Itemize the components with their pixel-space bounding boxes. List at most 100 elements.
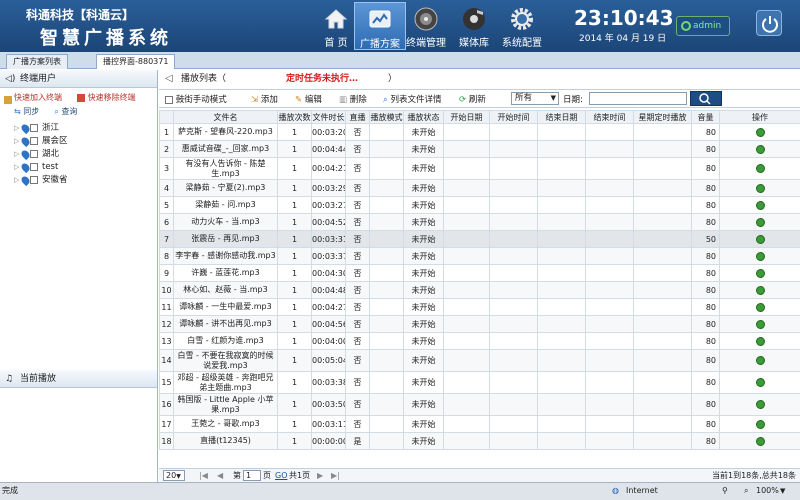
play-icon[interactable] (755, 164, 765, 173)
prev-page-button[interactable]: ◀ (217, 469, 223, 483)
table-cell (633, 196, 692, 214)
play-icon[interactable] (755, 251, 765, 261)
table-row[interactable]: 15 邓超 - 超级英雄 - 奔跑吧兄弟主题曲.mp3 1 00:03:38 否 未开始 8… (159, 371, 800, 394)
refresh-button[interactable]: ⟳ 刷新 (459, 93, 486, 105)
tree-checkbox[interactable] (30, 176, 38, 184)
zoom-level[interactable]: 100% (756, 483, 779, 499)
column-header[interactable]: 播放状态 (403, 110, 444, 124)
table-row[interactable]: 9 许巍 - 蓝莲花.mp3 1 00:04:30 否 未开始 80 (159, 264, 800, 282)
table-row[interactable]: 1 萨克斯 - 望春风-220.mp3 1 00:03:20 否未开始 80 (159, 123, 800, 141)
play-icon[interactable] (755, 419, 765, 429)
tree-item[interactable]: ▷ test (14, 161, 157, 174)
play-icon[interactable] (755, 436, 765, 446)
table-row[interactable]: 2 惠威试音碟_-_回家.mp3 1 00:04:44 否 未开始 80 (159, 140, 800, 158)
column-header[interactable]: 结束日期 (537, 110, 586, 124)
table-row[interactable]: 18 直播(t12345) 1 00:00:00 是 未开始 80 (159, 432, 800, 450)
table-cell: 未开始 (403, 196, 444, 214)
nav-system-config[interactable]: 系统配置 (496, 2, 548, 50)
column-header[interactable]: 操作 (719, 110, 800, 124)
terminal-users-title: 终端用户 (20, 74, 57, 84)
tab-playback-control[interactable]: 播控界面-880371 (96, 54, 176, 69)
quick-add-terminal-button[interactable]: 快速加入终端 (14, 93, 62, 102)
nav-terminal-management[interactable]: 终端管理 (400, 2, 452, 50)
search-button[interactable] (690, 91, 722, 106)
play-icon[interactable] (755, 319, 765, 329)
play-icon[interactable] (755, 336, 765, 346)
page-input[interactable]: 1 (243, 470, 261, 481)
column-header[interactable]: 直播 (345, 110, 370, 124)
table-row[interactable]: 4 梁静茹 - 宁夏(2).mp3 1 00:03:29 否 未开始 80 (159, 179, 800, 197)
table-row[interactable]: 3 有没有人告诉你 - 陈楚生.mp3 1 00:04:21 否 未开始 80 (159, 157, 800, 180)
column-header[interactable] (159, 110, 174, 124)
play-icon[interactable] (755, 234, 765, 244)
logout-button[interactable] (756, 10, 782, 36)
table-row[interactable]: 12 谭咏麟 - 讲不出再见.mp3 1 00:04:56 否 未开始 80 (159, 315, 800, 333)
expand-arrow-icon[interactable]: ▷ (14, 122, 19, 135)
table-row[interactable]: 6 动力火车 - 当.mp3 1 00:04:52 否 未开始 80 (159, 213, 800, 231)
query-button[interactable]: 查询 (61, 107, 77, 116)
tree-checkbox[interactable] (30, 137, 38, 145)
delete-button[interactable]: ▥ 删除 (339, 93, 367, 105)
play-icon[interactable] (755, 127, 765, 137)
table-row[interactable]: 16 韩国版 - Little Apple 小苹果.mp3 1 00:03:50 否 未开… (159, 393, 800, 416)
nav-media-library[interactable]: 媒体库 (448, 2, 500, 50)
play-icon[interactable] (755, 285, 765, 295)
table-row[interactable]: 8 李宇春 - 感谢你感动我.mp3 1 00:03:37 否 未开始 80 (159, 247, 800, 265)
sync-button[interactable]: 同步 (23, 107, 39, 116)
column-header[interactable]: 星期定时播放 (633, 110, 692, 124)
tree-item[interactable]: ▷ 展会区 (14, 135, 157, 148)
first-page-button[interactable]: |◀ (199, 469, 208, 483)
play-icon[interactable] (755, 217, 765, 227)
table-row[interactable]: 14 白雪 - 不要在我寂寞的时候说爱我.mp3 1 00:05:04 否 未开始 80 (159, 349, 800, 372)
table-row[interactable]: 5 梁静茹 - 问.mp3 1 00:03:27 否 未开始 80 (159, 196, 800, 214)
tree-checkbox[interactable] (30, 150, 38, 158)
nav-broadcast-plan[interactable]: 广播方案 (354, 2, 406, 50)
expand-arrow-icon[interactable]: ▷ (14, 161, 19, 174)
column-header[interactable]: 播放次数 (277, 110, 312, 124)
table-cell (585, 432, 634, 450)
column-header[interactable]: 播放模式 (369, 110, 404, 124)
next-page-button[interactable]: ▶ (317, 469, 323, 483)
table-row[interactable]: 7 张震岳 - 再见.mp3 1 00:03:31 否 未开始 50 (159, 230, 800, 248)
user-account-button[interactable]: admin (676, 16, 730, 36)
quick-remove-terminal-button[interactable]: 快速移除终端 (88, 93, 136, 102)
tab-broadcast-plan-list[interactable]: 广播方案列表 (6, 54, 68, 69)
tree-item[interactable]: ▷ 湖北 (14, 148, 157, 161)
tree-item[interactable]: ▷ 安徽省 (14, 174, 157, 187)
expand-arrow-icon[interactable]: ▷ (14, 135, 19, 148)
table-row[interactable]: 10 林心如、赵薇 - 当.mp3 1 00:04:48 否 未开始 80 (159, 281, 800, 299)
filter-select[interactable]: 所有 ▼ (511, 92, 559, 105)
column-header[interactable]: 结束时间 (585, 110, 634, 124)
date-input[interactable] (589, 92, 687, 105)
expand-arrow-icon[interactable]: ▷ (14, 174, 19, 187)
table-cell (537, 432, 586, 450)
checkbox-icon[interactable] (165, 95, 173, 104)
play-icon[interactable] (755, 268, 765, 278)
table-row[interactable]: 13 白雪 - 红颜为谁.mp3 1 00:04:00 否 未开始 80 (159, 332, 800, 350)
expand-arrow-icon[interactable]: ▷ (14, 148, 19, 161)
play-icon[interactable] (755, 183, 765, 193)
table-row[interactable]: 17 王菀之 - 哥歌.mp3 1 00:03:11 否 未开始 80 (159, 415, 800, 433)
column-header[interactable]: 文件名 (173, 110, 278, 124)
tree-checkbox[interactable] (30, 163, 38, 171)
column-header[interactable]: 开始时间 (489, 110, 538, 124)
play-icon[interactable] (755, 356, 765, 365)
last-page-button[interactable]: ▶| (331, 469, 340, 483)
page-size-select[interactable]: 20▼ (163, 470, 185, 481)
add-button[interactable]: ⇲ 添加 (251, 93, 278, 105)
manual-mode-button[interactable]: 鼓街手动模式 (165, 93, 227, 105)
play-icon[interactable] (755, 144, 765, 154)
edit-button[interactable]: ✎ 编辑 (295, 93, 322, 105)
play-icon[interactable] (755, 378, 765, 387)
column-header[interactable]: 音量 (691, 110, 720, 124)
table-row[interactable]: 11 谭咏麟 - 一生中最爱.mp3 1 00:04:27 否 未开始 80 (159, 298, 800, 316)
play-icon[interactable] (755, 302, 765, 312)
go-button[interactable]: GO (275, 469, 288, 483)
column-header[interactable]: 开始日期 (443, 110, 490, 124)
column-header[interactable]: 文件时长 (311, 110, 346, 124)
tree-item[interactable]: ▷ 浙江 (14, 122, 157, 135)
play-icon[interactable] (755, 400, 765, 409)
list-details-button[interactable]: ⌕ 列表文件详情 (383, 93, 441, 105)
play-icon[interactable] (755, 200, 765, 210)
tree-checkbox[interactable] (30, 124, 38, 132)
